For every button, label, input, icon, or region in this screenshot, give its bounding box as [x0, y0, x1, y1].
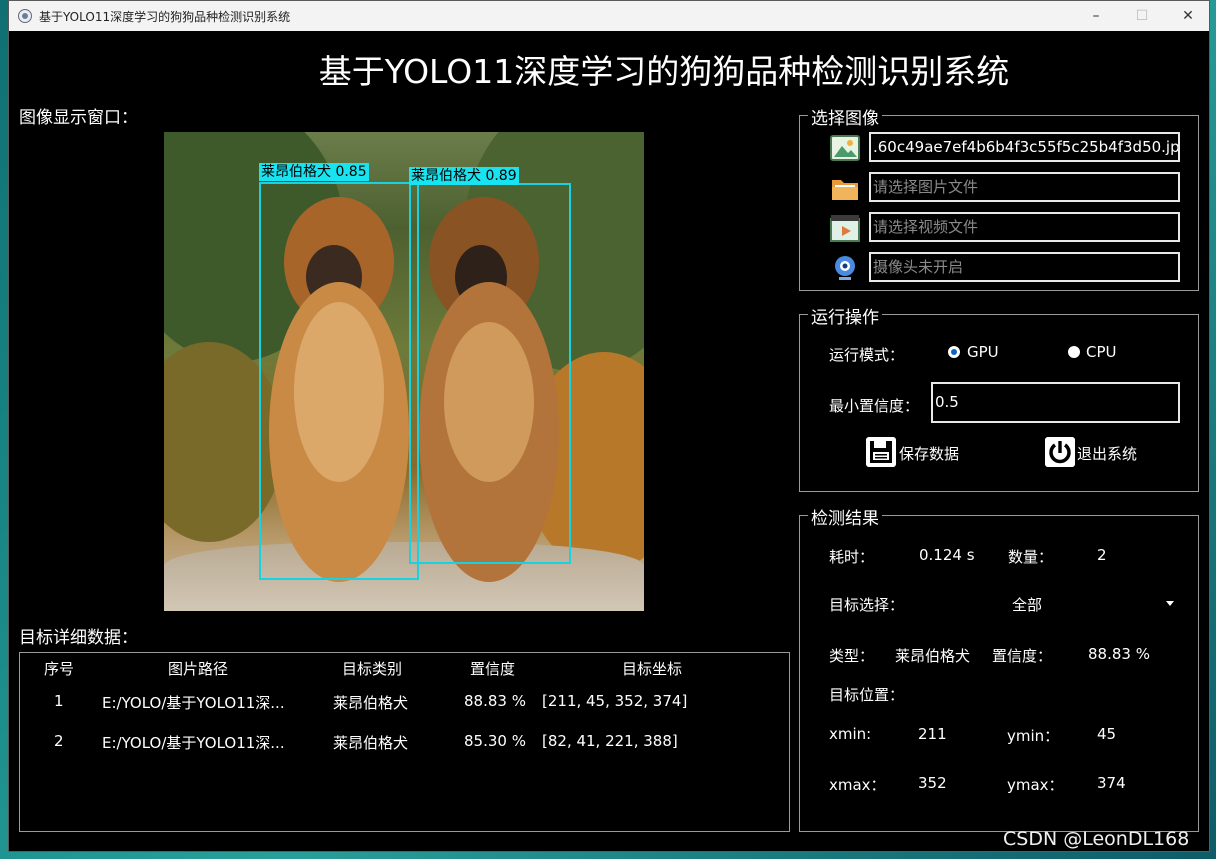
image-panel-label: 图像显示窗口：	[19, 108, 138, 128]
min-confidence-label: 最小置信度：	[829, 397, 920, 415]
power-icon	[1045, 437, 1075, 467]
folder-icon[interactable]	[830, 173, 860, 203]
elapsed-time-label: 耗时：	[829, 548, 875, 566]
row-class: 莱昂伯格犬	[333, 694, 409, 712]
row-path: E:/YOLO/基于YOLO11深...	[102, 734, 285, 752]
detection-box	[259, 182, 419, 580]
elapsed-time-value: 0.124 s	[919, 546, 975, 564]
count-label: 数量：	[1008, 548, 1054, 566]
row-index: 2	[54, 732, 64, 750]
row-coords: [82, 41, 221, 388]	[542, 732, 678, 750]
column-header-class: 目标类别	[342, 660, 403, 678]
target-select-label: 目标选择：	[829, 596, 905, 614]
detail-table[interactable]: 序号 图片路径 目标类别 置信度 目标坐标 1 E:/YOLO/基于YOLO11…	[19, 652, 790, 832]
video-file-input[interactable]: 请选择视频文件	[869, 212, 1180, 242]
column-header-confidence: 置信度	[470, 660, 516, 678]
cpu-radio-label[interactable]: CPU	[1086, 343, 1117, 361]
row-coords: [211, 45, 352, 374]	[542, 692, 688, 710]
row-path: E:/YOLO/基于YOLO11深...	[102, 694, 285, 712]
detection-results-group: 检测结果 耗时： 0.124 s 数量： 2 目标选择： 全部 类型： 莱昂伯格…	[799, 504, 1199, 832]
row-confidence: 88.83 %	[464, 692, 526, 710]
target-position-label: 目标位置：	[829, 686, 905, 704]
cpu-radio-indicator[interactable]	[1068, 346, 1080, 358]
exit-system-label[interactable]: 退出系统	[1077, 443, 1137, 464]
app-window: 基于YOLO11深度学习的狗狗品种检测识别系统 – ☐ ✕ 基于YOLO11深度…	[8, 0, 1210, 852]
select-image-title: 选择图像	[808, 104, 882, 129]
type-label: 类型：	[829, 647, 875, 665]
close-button[interactable]: ✕	[1165, 1, 1211, 31]
chevron-down-icon[interactable]	[1166, 601, 1174, 606]
run-operations-group: 运行操作 运行模式： GPU CPU 最小置信度： 0.5 保存数据 退出系统	[799, 303, 1199, 492]
target-select-value[interactable]: 全部	[1012, 594, 1042, 615]
main-title: 基于YOLO11深度学习的狗狗品种检测识别系统	[318, 52, 1010, 91]
detection-box	[409, 183, 571, 564]
title-bar: 基于YOLO11深度学习的狗狗品种检测识别系统 – ☐ ✕	[9, 1, 1209, 31]
ymin-label: ymin：	[1007, 727, 1060, 745]
maximize-icon: ☐	[1135, 8, 1149, 24]
row-index: 1	[54, 692, 64, 710]
video-icon[interactable]	[830, 213, 860, 243]
detection-results-title: 检测结果	[808, 504, 882, 529]
minimize-button[interactable]: –	[1073, 1, 1119, 31]
save-icon	[866, 437, 896, 467]
target-select-combo[interactable]: 全部	[990, 588, 1180, 618]
gpu-radio-indicator[interactable]	[948, 346, 960, 358]
image-icon[interactable]	[830, 133, 860, 163]
run-mode-label: 运行模式：	[829, 346, 905, 364]
ymax-label: ymax：	[1007, 776, 1064, 794]
detection-label: 莱昂伯格犬 0.89	[409, 167, 519, 185]
confidence-label: 置信度：	[992, 647, 1053, 665]
xmin-label: xmin:	[829, 725, 872, 743]
select-image-group: 选择图像 .60c49ae7ef4b6b4f3c55f5c25b4f3d50.j…	[799, 104, 1199, 291]
table-label: 目标详细数据：	[19, 628, 138, 648]
count-value: 2	[1097, 546, 1107, 564]
camera-input[interactable]: 摄像头未开启	[869, 252, 1180, 282]
xmax-value: 352	[918, 774, 947, 792]
maximize-button[interactable]: ☐	[1119, 1, 1165, 31]
confidence-value: 88.83 %	[1088, 645, 1150, 663]
gpu-radio-label[interactable]: GPU	[967, 343, 999, 361]
watermark: CSDN @LeonDL168	[1003, 828, 1190, 850]
detection-label: 莱昂伯格犬 0.85	[259, 163, 369, 181]
window-title: 基于YOLO11深度学习的狗狗品种检测识别系统	[39, 10, 291, 24]
row-class: 莱昂伯格犬	[333, 734, 409, 752]
save-data-label[interactable]: 保存数据	[899, 443, 959, 464]
min-confidence-input[interactable]: 0.5	[931, 382, 1180, 423]
column-header-path: 图片路径	[168, 660, 229, 678]
image-folder-input[interactable]: 请选择图片文件	[869, 172, 1180, 202]
xmax-label: xmax：	[829, 776, 886, 794]
column-header-coords: 目标坐标	[622, 660, 683, 678]
ymin-value: 45	[1097, 725, 1117, 743]
minimize-icon: –	[1092, 8, 1100, 24]
ymax-value: 374	[1097, 774, 1126, 792]
camera-icon[interactable]	[830, 253, 860, 283]
close-icon: ✕	[1182, 8, 1194, 24]
image-display: 莱昂伯格犬 0.85 莱昂伯格犬 0.89	[164, 132, 644, 611]
row-confidence: 85.30 %	[464, 732, 526, 750]
xmin-value: 211	[918, 725, 947, 743]
column-header-index: 序号	[44, 660, 75, 678]
app-icon	[18, 9, 32, 23]
image-file-input[interactable]: .60c49ae7ef4b6b4f3c55f5c25b4f3d50.jpg	[869, 132, 1180, 162]
run-operations-title: 运行操作	[808, 303, 882, 328]
type-value: 莱昂伯格犬	[895, 647, 971, 665]
